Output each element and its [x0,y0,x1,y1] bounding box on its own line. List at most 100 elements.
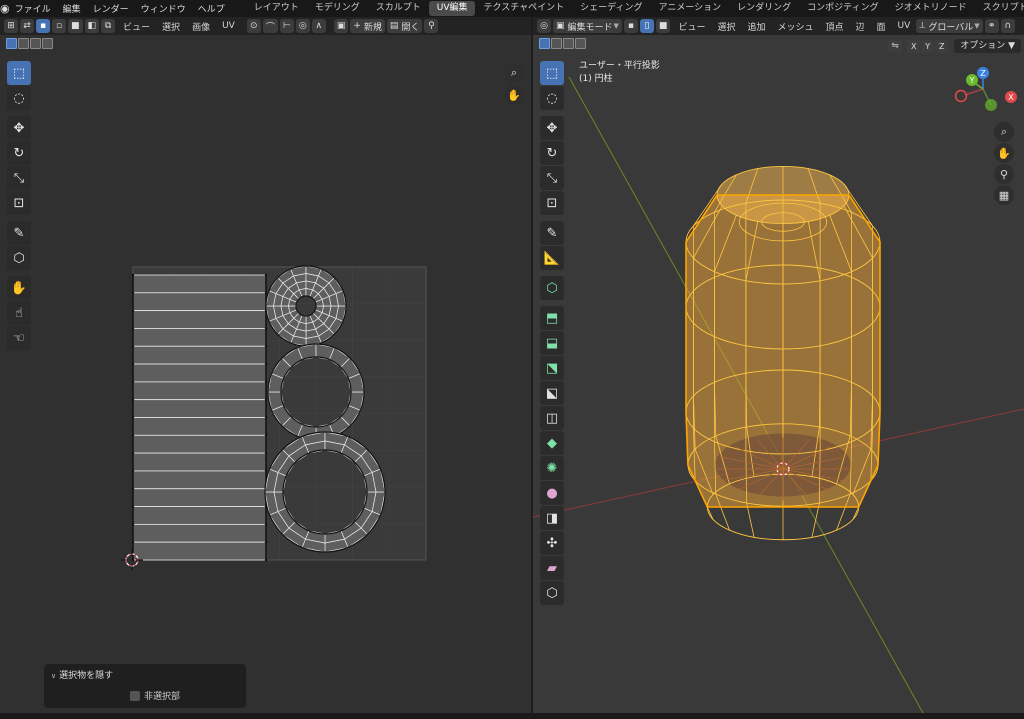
menu-edit[interactable]: 編集 [58,2,88,15]
tab-texture-paint[interactable]: テクスチャペイント [475,1,572,16]
rotate-tool-icon[interactable]: ↻ [540,141,564,165]
menu-select[interactable]: 選択 [711,20,741,33]
camera-view-icon[interactable]: ⚲ [994,164,1014,184]
tab-sculpting[interactable]: スカルプト [368,1,429,16]
mode-selector[interactable]: ▣ 編集モード ▼ [553,19,622,33]
redo-panel-title[interactable]: ∨ 選択物を隠す [51,668,113,681]
smooth-tool-icon[interactable]: ● [540,481,564,505]
open-image-button[interactable]: ▤ 開く [386,19,423,33]
blender-logo-icon[interactable]: ◉ [0,0,10,17]
face-select-icon[interactable]: ■ [68,19,83,33]
transform-tool-icon[interactable]: ⊡ [540,191,564,215]
transform-tool-icon[interactable]: ⊡ [7,191,31,215]
proportional-edit-icon[interactable]: ◎ [295,19,310,33]
menu-uv[interactable]: UV [216,21,241,31]
select-box-tool-icon[interactable]: ⬚ [540,61,564,85]
menu-help[interactable]: ヘルプ [193,2,232,15]
select-invert-icon[interactable] [575,37,586,49]
vertex-select-icon[interactable]: ▪ [36,19,50,33]
snap-target-icon[interactable]: ⊢ [279,19,294,33]
menu-file[interactable]: ファイル [10,2,58,15]
poly-build-tool-icon[interactable]: ◆ [540,431,564,455]
menu-uv[interactable]: UV [892,21,917,31]
cursor-tool-icon[interactable]: ◌ [7,86,31,110]
editor-type-icon[interactable]: ◎ [537,19,551,33]
extrude-tool-icon[interactable]: ⬒ [540,306,564,330]
shear-tool-icon[interactable]: ▰ [540,556,564,580]
snap-icon[interactable]: ⌒ [262,19,278,33]
select-new-icon[interactable] [6,37,17,49]
menu-add[interactable]: 追加 [741,20,771,33]
shrink-fatten-tool-icon[interactable]: ✣ [540,531,564,555]
viewport-canvas[interactable] [533,17,1024,713]
select-new-icon[interactable] [539,37,550,49]
knife-tool-icon[interactable]: ◫ [540,406,564,430]
annotate-tool-icon[interactable]: ✎ [7,221,31,245]
spin-tool-icon[interactable]: ✺ [540,456,564,480]
zoom-icon[interactable]: ⌕ [504,63,524,83]
ortho-grid-icon[interactable]: ▦ [994,185,1014,205]
link-icon[interactable]: ⚭ [984,19,999,33]
menu-view[interactable]: ビュー [117,20,156,33]
annotate-tool-icon[interactable]: ✎ [540,221,564,245]
tab-scripting[interactable]: スクリプト作成 [975,1,1024,16]
pan-hand-icon[interactable]: ✋ [504,85,524,105]
tab-uv-editing[interactable]: UV編集 [428,1,476,16]
zoom-icon[interactable]: ⌕ [994,122,1014,142]
move-tool-icon[interactable]: ✥ [7,116,31,140]
checkbox-box[interactable] [130,690,140,701]
menu-view[interactable]: ビュー [672,20,711,33]
vertex-mode-icon[interactable]: ▪ [623,19,638,33]
tab-animation[interactable]: アニメーション [651,1,730,16]
rip-tool-icon[interactable]: ⬡ [7,246,31,270]
move-tool-icon[interactable]: ✥ [540,116,564,140]
edge-slide-tool-icon[interactable]: ◨ [540,506,564,530]
image-browse-icon[interactable]: ▣ [333,19,349,33]
select-invert-icon[interactable] [42,37,53,49]
menu-image[interactable]: 画像 [186,20,216,33]
tab-rendering[interactable]: レンダリング [729,1,799,16]
cursor-tool-icon[interactable]: ◌ [540,86,564,110]
tab-compositing[interactable]: コンポジティング [799,1,886,16]
island-select-icon[interactable]: ◧ [84,19,100,33]
menu-select[interactable]: 選択 [156,20,186,33]
orientation-selector[interactable]: ⟂ グローバル ▼ [916,19,983,33]
pivot-icon[interactable]: ⊙ [246,19,261,33]
select-subtract-icon[interactable] [30,37,41,49]
navigation-gizmo[interactable]: Z Y X [951,65,1021,121]
pan-hand-icon[interactable]: ✋ [994,143,1014,163]
menu-vertex[interactable]: 頂点 [820,20,850,33]
tab-shading[interactable]: シェーディング [572,1,650,16]
sticky-select-icon[interactable]: ⧉ [101,19,116,33]
scale-tool-icon[interactable]: ⤡ [7,166,31,190]
edge-select-icon[interactable]: ▫ [52,19,66,33]
editor-type-icon[interactable]: ⊞ [4,19,18,33]
edge-mode-icon[interactable]: ▯ [639,19,654,33]
bevel-tool-icon[interactable]: ⬔ [540,356,564,380]
pin-icon[interactable]: ⚲ [424,19,439,33]
new-image-button[interactable]: + 新規 [350,19,385,33]
relax-tool-icon[interactable]: ☝ [7,301,31,325]
face-mode-icon[interactable]: ■ [655,19,671,33]
magnet-icon[interactable]: ∩ [1000,19,1015,33]
tab-geometry-nodes[interactable]: ジオメトリノード [887,1,975,16]
uv-sync-icon[interactable]: ⇄ [20,19,34,33]
pinch-tool-icon[interactable]: ☜ [7,326,31,350]
menu-window[interactable]: ウィンドウ [136,2,193,15]
select-box-tool-icon[interactable]: ⬚ [7,61,31,85]
scale-tool-icon[interactable]: ⤡ [540,166,564,190]
menu-mesh[interactable]: メッシュ [771,20,819,33]
select-subtract-icon[interactable] [563,37,574,49]
select-extend-icon[interactable] [551,37,562,49]
measure-tool-icon[interactable]: 📐 [540,246,564,270]
falloff-icon[interactable]: ∧ [311,19,326,33]
rotate-tool-icon[interactable]: ↻ [7,141,31,165]
tab-layout[interactable]: レイアウト [246,1,307,16]
menu-edge[interactable]: 辺 [850,20,871,33]
uv-canvas[interactable] [0,17,531,713]
loop-cut-tool-icon[interactable]: ⬕ [540,381,564,405]
menu-face[interactable]: 面 [871,20,892,33]
rip-region-tool-icon[interactable]: ⬡ [540,581,564,605]
tab-modeling[interactable]: モデリング [307,1,368,16]
select-extend-icon[interactable] [18,37,29,49]
